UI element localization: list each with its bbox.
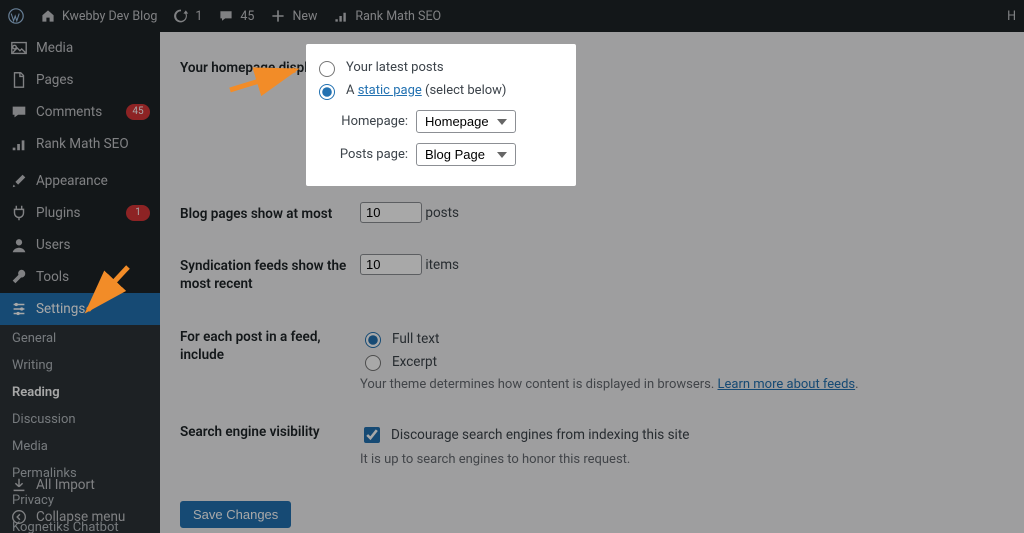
sliders-icon (10, 300, 28, 318)
sidebar-item-comments[interactable]: Comments 45 (0, 96, 160, 128)
settings-reading-page: Your homepage displays Your latest posts… (160, 32, 1024, 533)
sidebar-item-collapse-menu[interactable]: Collapse menu (0, 501, 160, 533)
sev-checkbox-label: Discourage search engines from indexing … (391, 427, 689, 443)
sidebar-item-tools[interactable]: Tools (0, 261, 160, 293)
howdy-link[interactable]: H (999, 0, 1024, 32)
sidebar-item-all-import[interactable]: All Import (0, 469, 160, 501)
homepage-select-hl[interactable]: Homepage (416, 110, 516, 133)
menu-label: Appearance (36, 172, 150, 190)
sidebar-item-pages[interactable]: Pages (0, 64, 160, 96)
radio-static-page-hl[interactable] (319, 84, 335, 100)
reading-settings-form: Your homepage displays Your latest posts… (180, 42, 1004, 481)
collapse-icon (10, 508, 28, 526)
home-icon (40, 8, 56, 24)
media-icon (10, 39, 28, 57)
menu-label: Media (36, 39, 150, 57)
chart-icon (333, 8, 349, 24)
wp-logo[interactable] (0, 0, 32, 32)
sev-label: Search engine visibility (180, 406, 360, 481)
save-changes-button[interactable]: Save Changes (180, 501, 291, 528)
menu-label: Settings (36, 300, 150, 318)
site-name-link[interactable]: Kwebby Dev Blog (32, 0, 165, 32)
admin-sidebar: Media Pages Comments 45 Rank Math SEO Appear… (0, 32, 160, 533)
settings-sub-general[interactable]: General (0, 325, 160, 352)
site-name: Kwebby Dev Blog (62, 9, 157, 24)
brush-icon (10, 172, 28, 190)
settings-sub-media[interactable]: Media (0, 433, 160, 460)
blog-pages-unit: posts (425, 205, 459, 221)
comment-icon (10, 103, 28, 121)
settings-sub-writing[interactable]: Writing (0, 352, 160, 379)
updates-link[interactable]: 1 (165, 0, 210, 32)
comments-count: 45 (240, 9, 254, 24)
plus-icon (270, 8, 286, 24)
menu-label: Plugins (36, 204, 118, 222)
sidebar-item-users[interactable]: Users (0, 229, 160, 261)
radio-full-text-label: Full text (392, 331, 439, 347)
new-content-link[interactable]: New (262, 0, 325, 32)
howdy-initial: H (1007, 9, 1016, 24)
refresh-icon (173, 8, 189, 24)
page-icon (10, 71, 28, 89)
menu-label: All Import (36, 476, 150, 494)
settings-sub-reading[interactable]: Reading (0, 379, 160, 406)
syndication-unit: items (425, 257, 459, 273)
blog-pages-label: Blog pages show at most (180, 188, 360, 240)
user-icon (10, 236, 28, 254)
menu-label: Pages (36, 71, 150, 89)
menu-label: Collapse menu (36, 508, 150, 526)
rankmath-link[interactable]: Rank Math SEO (325, 0, 449, 32)
wordpress-icon (8, 8, 24, 24)
radio-full-text[interactable] (365, 332, 381, 348)
update-badge: 45 (126, 104, 150, 120)
rankmath-label: Rank Math SEO (355, 9, 441, 24)
comments-link[interactable]: 45 (210, 0, 262, 32)
sidebar-item-media[interactable]: Media (0, 32, 160, 64)
radio-excerpt[interactable] (365, 355, 381, 371)
sev-checkbox[interactable] (364, 427, 380, 443)
syndication-label: Syndication feeds show the most recent (180, 240, 360, 311)
plug-icon (10, 204, 28, 222)
settings-sub-discussion[interactable]: Discussion (0, 406, 160, 433)
postspage-select-hl[interactable]: Blog Page (416, 143, 516, 166)
feed-description: Your theme determines how content is dis… (360, 377, 718, 392)
download-icon (10, 476, 28, 494)
sidebar-item-appearance[interactable]: Appearance (0, 165, 160, 197)
updates-count: 1 (195, 9, 202, 24)
sidebar-item-rank-math-seo[interactable]: Rank Math SEO (0, 128, 160, 160)
feeds-learn-more-link[interactable]: Learn more about feeds (718, 377, 856, 392)
syndication-input[interactable] (360, 254, 422, 275)
static-page-help-link-hl[interactable]: static page (358, 83, 422, 98)
menu-label: Users (36, 236, 150, 254)
radio-excerpt-label: Excerpt (392, 354, 437, 370)
highlighted-region: Your latest posts A static page (select … (306, 44, 576, 186)
chart-icon (10, 135, 28, 153)
sidebar-item-plugins[interactable]: Plugins 1 (0, 197, 160, 229)
blog-pages-input[interactable] (360, 202, 422, 223)
sev-note: It is up to search engines to honor this… (360, 452, 994, 467)
update-badge: 1 (126, 205, 150, 221)
admin-bar: Kwebby Dev Blog 1 45 New Rank Math SEO H (0, 0, 1024, 32)
new-label: New (292, 9, 317, 24)
menu-label: Rank Math SEO (36, 135, 150, 153)
menu-label: Comments (36, 103, 118, 121)
radio-latest-posts-hl[interactable] (319, 61, 335, 77)
menu-label: Tools (36, 268, 150, 286)
wrench-icon (10, 268, 28, 286)
sidebar-item-settings[interactable]: Settings (0, 293, 160, 325)
comment-icon (218, 8, 234, 24)
feed-content-label: For each post in a feed, include (180, 311, 360, 406)
